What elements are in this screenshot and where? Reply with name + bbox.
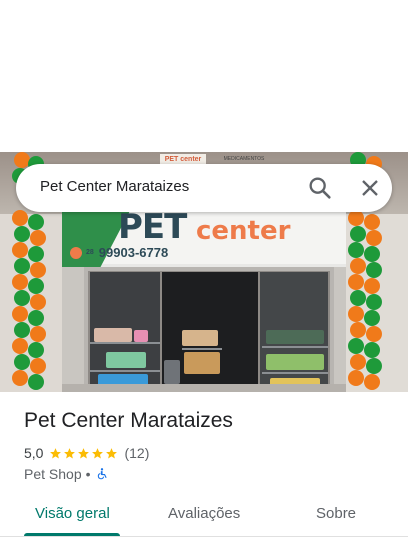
star-icon — [106, 447, 118, 458]
balloon — [12, 338, 28, 354]
search-button[interactable] — [306, 174, 334, 202]
clear-search-button[interactable] — [356, 174, 384, 202]
map-blank-area — [0, 0, 408, 152]
brand-pet-text: PET — [118, 207, 187, 247]
shelf — [182, 348, 222, 350]
balloon — [348, 306, 364, 322]
balloon — [348, 210, 364, 226]
separator: • — [85, 466, 91, 482]
balloon — [12, 210, 28, 226]
place-name: Pet Center Marataizes — [24, 409, 233, 432]
balloon — [30, 358, 46, 374]
balloon — [28, 278, 44, 294]
balloon — [350, 258, 366, 274]
place-category: Pet Shop — [24, 466, 82, 482]
balloon — [14, 322, 30, 338]
shelf — [90, 342, 160, 344]
search-query[interactable]: Pet Center Marataizes — [40, 178, 189, 195]
balloon — [366, 230, 382, 246]
tab-about[interactable]: Sobre — [316, 505, 356, 522]
tabs-divider — [0, 536, 408, 537]
rating-value: 5,0 — [24, 445, 44, 461]
balloon — [28, 310, 44, 326]
balloon — [364, 278, 380, 294]
balloon — [364, 342, 380, 358]
balloon — [14, 290, 30, 306]
brand-center-text: center — [196, 216, 291, 246]
balloon — [14, 258, 30, 274]
trash-bin — [164, 360, 180, 384]
balloon — [14, 354, 30, 370]
store-phone: 28 99903-6778 — [70, 245, 168, 260]
tab-reviews[interactable]: Avaliações — [168, 505, 240, 522]
merchandise — [184, 352, 220, 374]
wheelchair-icon[interactable] — [95, 467, 109, 481]
balloon — [30, 262, 46, 278]
balloon — [366, 358, 382, 374]
star-icon — [92, 447, 104, 458]
balloon — [30, 230, 46, 246]
tab-overview[interactable]: Visão geral — [35, 505, 110, 522]
rating-row[interactable]: 5,0 (12) — [24, 444, 149, 462]
balloon — [348, 274, 364, 290]
balloon — [348, 242, 364, 258]
balloon — [28, 246, 44, 262]
balloon — [12, 242, 28, 258]
merchandise — [266, 354, 324, 370]
place-tabs: Visão geral Avaliações Sobre — [0, 492, 408, 536]
phone-number: 99903-6778 — [98, 245, 169, 260]
balloon — [366, 326, 382, 342]
balloon — [28, 214, 44, 230]
merchandise — [266, 330, 324, 344]
balloon — [348, 338, 364, 354]
balloon — [12, 370, 28, 386]
star-icon — [78, 447, 90, 458]
merchandise — [94, 328, 132, 342]
balloon — [350, 290, 366, 306]
balloon — [30, 294, 46, 310]
balloon — [364, 246, 380, 262]
balloon — [30, 326, 46, 342]
phone-area-code: 28 — [86, 249, 94, 256]
balloon — [348, 370, 364, 386]
shelf — [262, 372, 328, 374]
balloon — [350, 226, 366, 242]
review-count[interactable]: (12) — [124, 445, 149, 461]
balloon — [364, 374, 380, 390]
close-icon — [362, 180, 378, 196]
upper-sign-secondary: MEDICAMENTOS — [223, 156, 265, 162]
category-row: Pet Shop • — [24, 465, 109, 483]
search-bar[interactable]: Pet Center Marataizes — [16, 164, 392, 212]
balloon — [350, 322, 366, 338]
phone-icon — [70, 246, 82, 259]
merchandise — [134, 330, 148, 342]
balloon — [364, 214, 380, 230]
balloon — [366, 294, 382, 310]
star-icon — [50, 447, 62, 458]
balloon — [12, 306, 28, 322]
balloon — [28, 374, 44, 390]
balloon — [350, 354, 366, 370]
star-rating — [49, 447, 118, 460]
balloon — [28, 342, 44, 358]
balloon — [364, 310, 380, 326]
search-icon — [309, 177, 331, 199]
sidewalk — [62, 384, 346, 392]
balloon — [12, 274, 28, 290]
merchandise — [182, 330, 218, 346]
shelf — [90, 370, 160, 372]
balloon — [366, 262, 382, 278]
merchandise — [106, 352, 146, 368]
star-icon — [64, 447, 76, 458]
shelf — [262, 346, 328, 348]
balloon — [14, 226, 30, 242]
